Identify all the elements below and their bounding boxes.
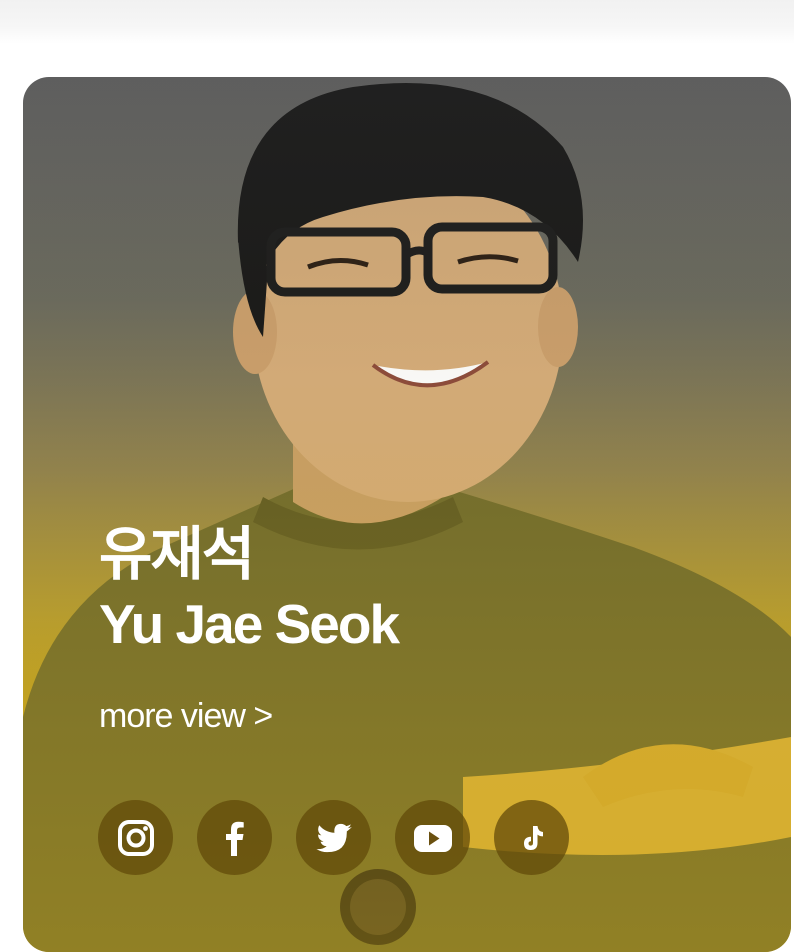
profile-name-korean: 유재석 bbox=[99, 520, 255, 588]
profile-name-english: Yu Jae Seok bbox=[99, 593, 400, 655]
twitter-icon bbox=[315, 823, 352, 852]
youtube-icon bbox=[413, 824, 452, 852]
social-links bbox=[98, 800, 569, 875]
youtube-button[interactable] bbox=[395, 800, 470, 875]
twitter-button[interactable] bbox=[296, 800, 371, 875]
more-view-link[interactable]: more view > bbox=[99, 697, 273, 736]
profile-card[interactable]: 유재석 Yu Jae Seok more view > bbox=[23, 77, 791, 952]
instagram-icon bbox=[117, 819, 154, 856]
facebook-button[interactable] bbox=[197, 800, 272, 875]
instagram-button[interactable] bbox=[98, 800, 173, 875]
tiktok-icon bbox=[523, 825, 543, 850]
tiktok-button[interactable] bbox=[494, 800, 569, 875]
top-divider-shadow bbox=[0, 0, 794, 44]
facebook-icon bbox=[225, 821, 244, 856]
